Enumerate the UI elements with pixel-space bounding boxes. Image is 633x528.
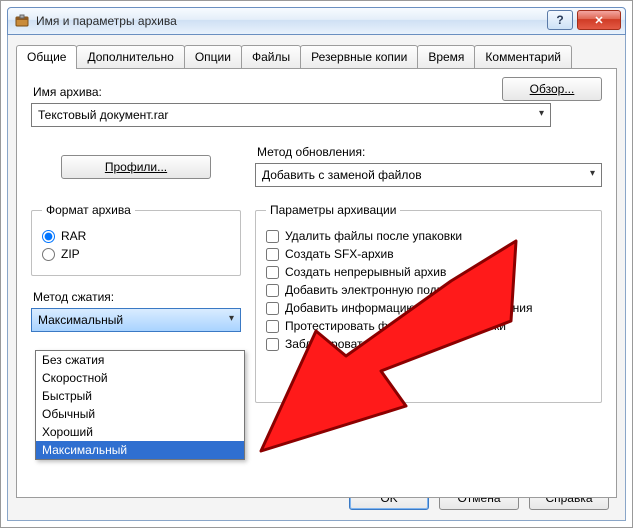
- app-icon: [14, 13, 30, 29]
- param-sign-checkbox[interactable]: [266, 284, 279, 297]
- titlebar: Имя и параметры архива ? ✕: [7, 7, 626, 35]
- browse-button[interactable]: Обзор...: [502, 77, 602, 101]
- window-title: Имя и параметры архива: [36, 14, 177, 28]
- update-method-label: Метод обновления:: [257, 145, 602, 159]
- param-recovery-label: Добавить информацию для восстановления: [285, 301, 532, 315]
- tab-files[interactable]: Файлы: [241, 45, 301, 68]
- help-window-button[interactable]: ?: [547, 10, 573, 30]
- compression-option[interactable]: Обычный: [36, 405, 244, 423]
- param-test-label: Протестировать файлы после упаковки: [285, 319, 506, 333]
- compression-select[interactable]: Максимальный: [31, 308, 241, 332]
- tab-backup[interactable]: Резервные копии: [300, 45, 418, 68]
- update-method-select[interactable]: Добавить с заменой файлов: [255, 163, 602, 187]
- tab-advanced[interactable]: Дополнительно: [76, 45, 184, 68]
- compression-option[interactable]: Без сжатия: [36, 351, 244, 369]
- param-delete-label: Удалить файлы после упаковки: [285, 229, 462, 243]
- param-sign-label: Добавить электронную подпись: [285, 283, 462, 297]
- format-rar-label: RAR: [61, 229, 86, 243]
- format-zip-radio[interactable]: [42, 248, 55, 261]
- format-zip-label: ZIP: [61, 247, 80, 261]
- compression-option[interactable]: Быстрый: [36, 387, 244, 405]
- compression-option[interactable]: Скоростной: [36, 369, 244, 387]
- param-sfx-label: Создать SFX-архив: [285, 247, 394, 261]
- param-solid-label: Создать непрерывный архив: [285, 265, 446, 279]
- tab-general[interactable]: Общие: [16, 45, 77, 69]
- profiles-button[interactable]: Профили...: [61, 155, 211, 179]
- params-legend: Параметры архивации: [266, 203, 400, 217]
- compression-dropdown[interactable]: Без сжатия Скоростной Быстрый Обычный Хо…: [35, 350, 245, 460]
- param-solid-checkbox[interactable]: [266, 266, 279, 279]
- close-window-button[interactable]: ✕: [577, 10, 621, 30]
- param-recovery-checkbox[interactable]: [266, 302, 279, 315]
- format-legend: Формат архива: [42, 203, 135, 217]
- param-delete-checkbox[interactable]: [266, 230, 279, 243]
- format-fieldset: Формат архива RAR ZIP: [31, 203, 241, 276]
- archive-name-value: Текстовый документ.rar: [38, 108, 168, 122]
- param-sfx-checkbox[interactable]: [266, 248, 279, 261]
- tab-options[interactable]: Опции: [184, 45, 242, 68]
- tab-comment[interactable]: Комментарий: [474, 45, 572, 68]
- tab-time[interactable]: Время: [417, 45, 475, 68]
- archive-name-input[interactable]: Текстовый документ.rar: [31, 103, 551, 127]
- format-rar-radio[interactable]: [42, 230, 55, 243]
- compression-option[interactable]: Максимальный: [36, 441, 244, 459]
- param-lock-label: Заблокировать архив: [285, 337, 404, 351]
- compression-label: Метод сжатия:: [33, 290, 241, 304]
- update-method-value: Добавить с заменой файлов: [262, 168, 422, 182]
- compression-value: Максимальный: [38, 313, 123, 327]
- param-test-checkbox[interactable]: [266, 320, 279, 333]
- params-fieldset: Параметры архивации Удалить файлы после …: [255, 203, 602, 403]
- param-lock-checkbox[interactable]: [266, 338, 279, 351]
- tab-strip: Общие Дополнительно Опции Файлы Резервны…: [16, 45, 617, 68]
- compression-option[interactable]: Хороший: [36, 423, 244, 441]
